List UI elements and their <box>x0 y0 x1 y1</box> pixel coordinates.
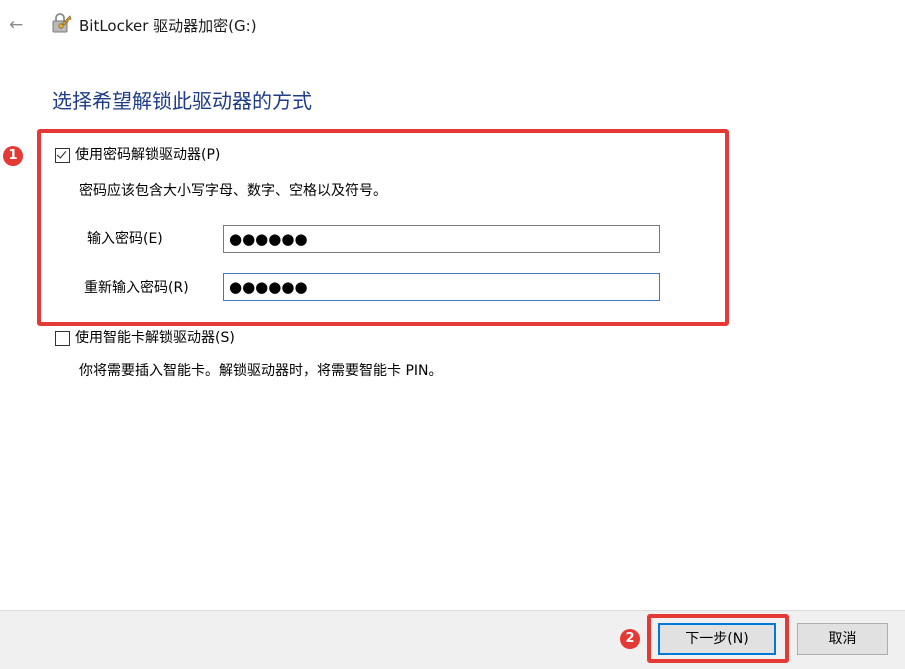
cancel-button[interactable]: 取消 <box>797 623 888 655</box>
checkmark-icon <box>56 148 67 159</box>
password-checkbox[interactable] <box>55 148 70 163</box>
bitlocker-dialog: ← BitLocker 驱动器加密(G:) 选择希望解锁此驱动器的方式 1 使用… <box>0 0 905 669</box>
reenter-password-input[interactable]: ●●●●●● <box>223 273 660 301</box>
window-title: BitLocker 驱动器加密(G:) <box>79 17 257 35</box>
password-option-label[interactable]: 使用密码解锁驱动器(P) <box>75 146 220 164</box>
password-hint: 密码应该包含大小写字母、数字、空格以及符号。 <box>79 183 387 199</box>
smartcard-checkbox[interactable] <box>55 331 70 346</box>
annotation-badge-1: 1 <box>3 146 23 166</box>
next-button[interactable]: 下一步(N) <box>658 623 776 655</box>
title-bar: ← BitLocker 驱动器加密(G:) <box>0 0 905 50</box>
reenter-password-label: 重新输入密码(R) <box>84 280 189 296</box>
page-heading: 选择希望解锁此驱动器的方式 <box>52 89 312 113</box>
enter-password-label: 输入密码(E) <box>87 231 163 247</box>
annotation-badge-2: 2 <box>620 629 640 649</box>
enter-password-input[interactable]: ●●●●●● <box>223 225 660 253</box>
smartcard-option-label[interactable]: 使用智能卡解锁驱动器(S) <box>75 329 235 347</box>
bitlocker-icon <box>52 13 72 33</box>
back-arrow-icon[interactable]: ← <box>9 17 23 34</box>
smartcard-hint: 你将需要插入智能卡。解锁驱动器时，将需要智能卡 PIN。 <box>79 363 443 379</box>
